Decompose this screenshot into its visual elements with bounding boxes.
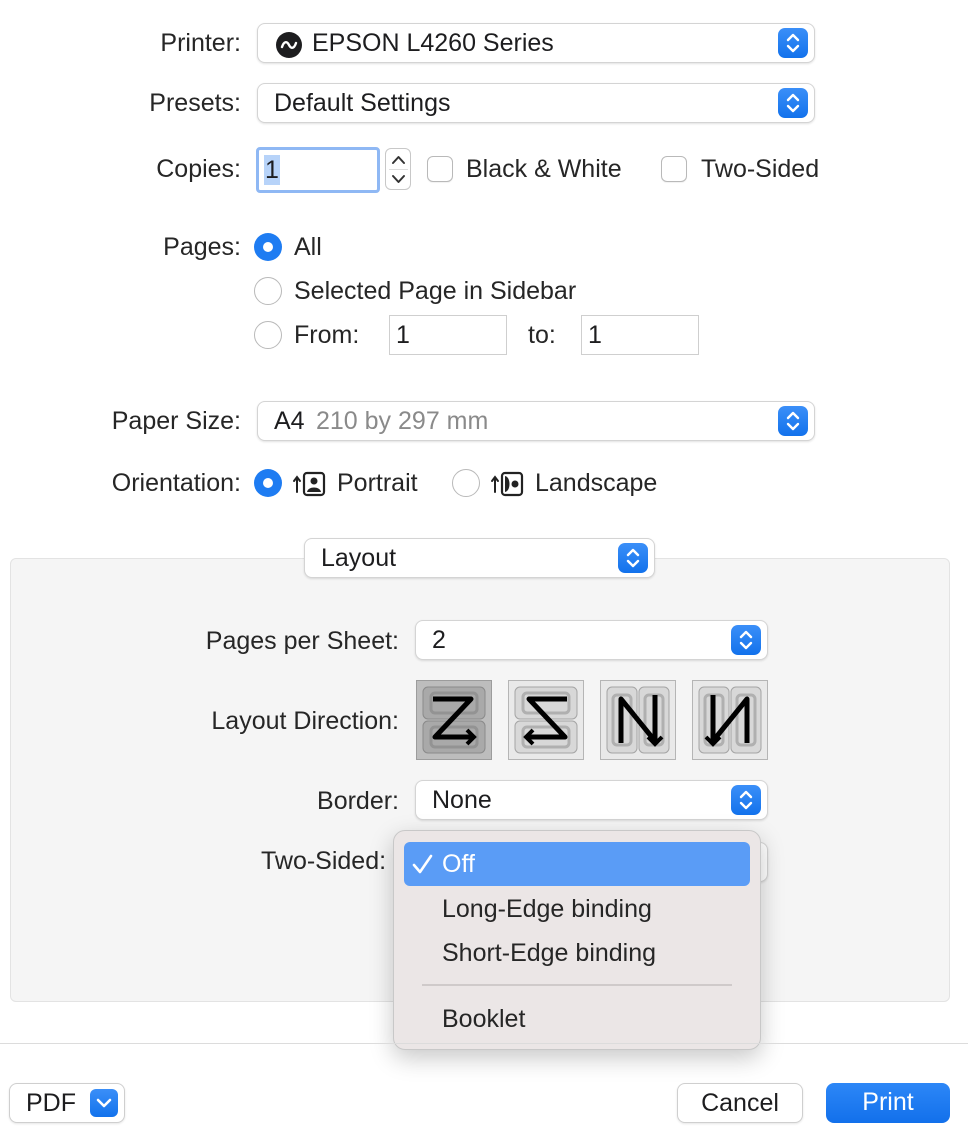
- copies-value: 1: [264, 155, 280, 185]
- landscape-icon: [490, 470, 526, 503]
- printer-status-icon: [276, 32, 302, 58]
- menu-item-long-edge[interactable]: Long-Edge binding: [404, 887, 750, 931]
- layout-direction-label: Layout Direction:: [211, 707, 399, 735]
- paper-size-popup[interactable]: A4 210 by 297 mm: [257, 401, 815, 441]
- pages-from-value: 1: [396, 321, 410, 349]
- reverse-z-direction-icon: [514, 686, 578, 754]
- footer-divider: [0, 1043, 968, 1044]
- layout-two-sided-label: Two-Sided:: [261, 847, 387, 875]
- print-button[interactable]: Print: [826, 1083, 950, 1123]
- border-value: None: [432, 786, 492, 814]
- pages-to-value: 1: [588, 321, 602, 349]
- n-direction-button[interactable]: [692, 680, 768, 760]
- cancel-button[interactable]: Cancel: [677, 1083, 803, 1123]
- reverse-n-direction-icon: [606, 686, 670, 754]
- printer-popup-arrows-icon: [778, 28, 808, 58]
- chevron-down-icon: [90, 1089, 118, 1117]
- orientation-label: Orientation:: [111, 469, 241, 497]
- pages-from-radio[interactable]: [254, 321, 282, 349]
- landscape-radio[interactable]: [452, 469, 480, 497]
- pages-selected-label: Selected Page in Sidebar: [294, 277, 577, 305]
- printer-popup[interactable]: EPSON L4260 Series: [257, 23, 815, 63]
- menu-item-short-edge-label: Short-Edge binding: [442, 939, 657, 967]
- paper-size-arrows-icon: [778, 406, 808, 436]
- copies-label: Copies:: [156, 155, 241, 183]
- border-popup[interactable]: None: [415, 780, 768, 820]
- presets-value: Default Settings: [274, 89, 451, 117]
- menu-item-booklet[interactable]: Booklet: [404, 997, 750, 1041]
- pages-per-sheet-value: 2: [432, 626, 446, 654]
- pages-from-label: From:: [294, 321, 360, 349]
- border-label: Border:: [317, 787, 399, 815]
- z-direction-icon: [422, 686, 486, 754]
- paper-size-value: A4: [274, 407, 305, 435]
- pages-selected-radio[interactable]: [254, 277, 282, 305]
- copies-field[interactable]: 1: [256, 147, 380, 193]
- menu-item-off[interactable]: Off: [404, 842, 750, 886]
- pdf-label: PDF: [26, 1089, 76, 1117]
- paper-size-label: Paper Size:: [111, 407, 241, 435]
- printer-label: Printer:: [160, 29, 241, 57]
- reverse-z-direction-button[interactable]: [508, 680, 584, 760]
- two-sided-checkbox[interactable]: [661, 156, 687, 182]
- section-arrows-icon: [618, 543, 648, 573]
- presets-popup-arrows-icon: [778, 88, 808, 118]
- pages-label: Pages:: [163, 233, 241, 261]
- z-direction-button[interactable]: [416, 680, 492, 760]
- presets-popup[interactable]: Default Settings: [257, 83, 815, 123]
- black-white-label: Black & White: [466, 155, 622, 183]
- menu-item-booklet-label: Booklet: [442, 1005, 526, 1033]
- menu-item-off-label: Off: [442, 850, 475, 878]
- pages-all-radio[interactable]: [254, 233, 282, 261]
- pages-per-sheet-arrows-icon: [731, 625, 761, 655]
- pages-per-sheet-popup[interactable]: 2: [415, 620, 768, 660]
- pages-all-label: All: [294, 233, 322, 261]
- two-sided-label: Two-Sided: [701, 155, 820, 183]
- menu-item-long-edge-label: Long-Edge binding: [442, 895, 652, 923]
- pages-to-field[interactable]: 1: [581, 315, 699, 355]
- reverse-n-direction-button[interactable]: [600, 680, 676, 760]
- menu-separator: [422, 984, 732, 986]
- portrait-icon: [292, 470, 328, 503]
- black-white-checkbox[interactable]: [427, 156, 453, 182]
- pages-from-field[interactable]: 1: [389, 315, 507, 355]
- portrait-label: Portrait: [337, 469, 418, 497]
- printer-value: EPSON L4260 Series: [312, 29, 554, 57]
- menu-item-short-edge[interactable]: Short-Edge binding: [404, 931, 750, 975]
- pages-per-sheet-label: Pages per Sheet:: [205, 627, 399, 655]
- two-sided-menu: Off Long-Edge binding Short-Edge binding…: [393, 830, 761, 1050]
- pages-to-label: to:: [528, 321, 556, 349]
- section-value: Layout: [321, 544, 397, 572]
- border-arrows-icon: [731, 785, 761, 815]
- copies-stepper[interactable]: [385, 148, 411, 190]
- landscape-label: Landscape: [535, 469, 658, 497]
- paper-size-detail: 210 by 297 mm: [316, 407, 489, 435]
- portrait-radio[interactable]: [254, 469, 282, 497]
- stepper-arrows-icon: [389, 156, 408, 183]
- pdf-menu-button[interactable]: PDF: [9, 1083, 125, 1123]
- n-direction-icon: [698, 686, 762, 754]
- presets-label: Presets:: [149, 89, 241, 117]
- section-popup[interactable]: Layout: [304, 538, 655, 578]
